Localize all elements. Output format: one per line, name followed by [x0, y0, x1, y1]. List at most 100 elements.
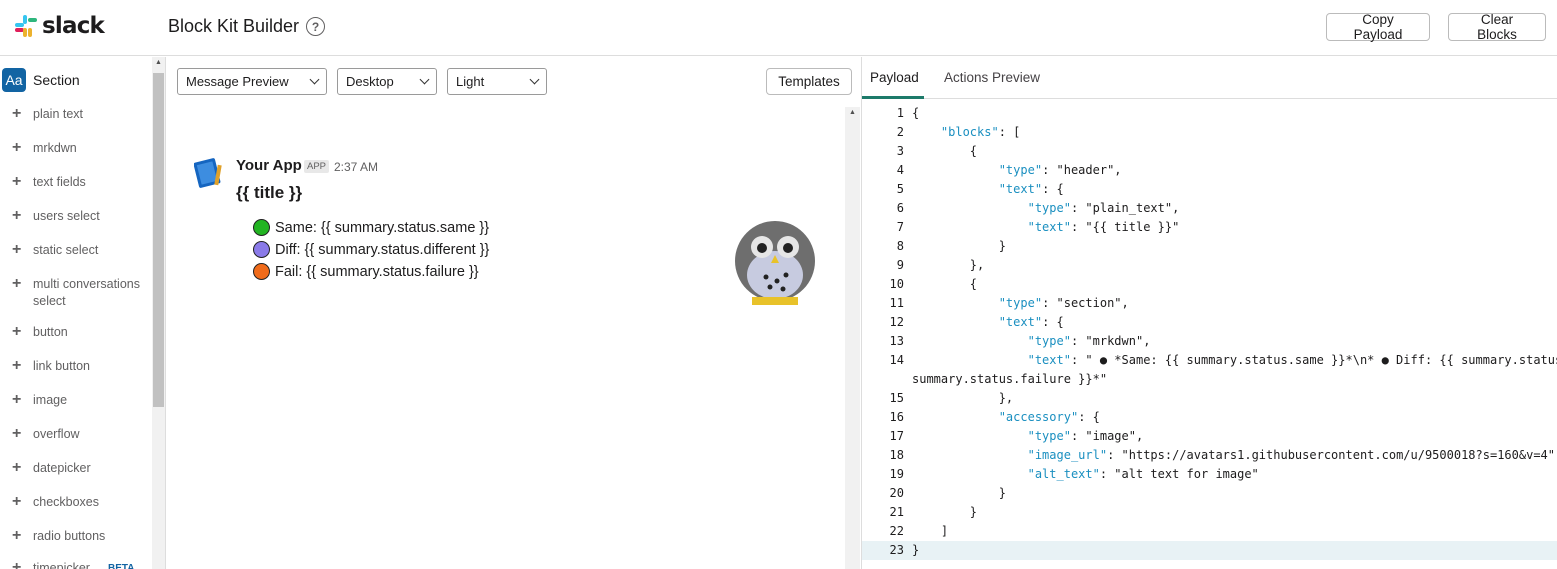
code-line: 23} [862, 541, 1557, 560]
page-title-text: Block Kit Builder [168, 16, 300, 36]
code-line: 2 "blocks": [ [862, 123, 1557, 142]
plus-icon: + [12, 357, 22, 374]
sidebar-scrollbar[interactable]: ▲ [152, 57, 165, 569]
sidebar-item[interactable]: + static select [12, 242, 142, 259]
code-line-text: { [912, 277, 978, 291]
sidebar-item[interactable]: + users select [12, 208, 142, 225]
sidebar-item-label: text fields [33, 175, 86, 189]
preview-mode-select[interactable]: Message Preview [177, 68, 327, 95]
sidebar-item[interactable]: + timepicker BETA [12, 560, 142, 569]
code-line: 16 "accessory": { [862, 408, 1557, 427]
message-header-block: {{ title }} [236, 183, 303, 202]
tab-payload[interactable]: Payload [870, 70, 919, 85]
scroll-up-arrow-icon[interactable]: ▲ [152, 59, 165, 66]
status-line-text: Same: {{ summary.status.same }} [275, 219, 490, 236]
code-line-text: "type": "plain_text", [1027, 201, 1180, 215]
line-number: 19 [889, 467, 904, 481]
status-circle-icon [253, 263, 270, 280]
code-line: 6 "type": "plain_text", [862, 199, 1557, 218]
status-circle-icon [253, 219, 270, 236]
beta-badge: BETA [107, 563, 135, 569]
line-number: 4 [896, 163, 904, 177]
copy-payload-button[interactable]: Copy Payload [1326, 12, 1430, 42]
device-select[interactable]: Desktop [337, 68, 437, 95]
sidebar-item[interactable]: + overflow [12, 426, 142, 443]
sidebar-item[interactable]: + mrkdwn [12, 140, 142, 157]
code-line-text: } [912, 543, 920, 557]
code-line-text: ] [912, 524, 949, 538]
sidebar-item-label: timepicker [33, 561, 90, 569]
code-line-text: "type": "header", [998, 163, 1122, 177]
sidebar-item[interactable]: + text fields [12, 174, 142, 191]
clear-blocks-button[interactable]: Clear Blocks [1448, 12, 1546, 42]
sidebar-scrollbar-thumb[interactable] [153, 73, 164, 407]
code-line-text: "accessory": { [998, 410, 1100, 424]
preview-mode-value: Message Preview [186, 74, 289, 89]
sidebar-item[interactable]: + radio buttons [12, 528, 142, 545]
device-value: Desktop [346, 74, 394, 89]
status-line-text: Diff: {{ summary.status.different }} [275, 241, 490, 258]
code-line-text: "type": "image", [1027, 429, 1144, 443]
code-line-text: "text": { [998, 315, 1064, 329]
message-app-name[interactable]: Your App [236, 157, 302, 174]
code-line: 13 "type": "mrkdwn", [862, 332, 1557, 351]
line-number: 12 [889, 315, 904, 329]
sidebar-item[interactable]: + datepicker [12, 460, 142, 477]
slack-logo[interactable]: slack [14, 13, 105, 39]
sidebar-item-label: checkboxes [33, 495, 100, 509]
sidebar-item-label: image [33, 393, 68, 407]
code-line-text: }, [912, 391, 1014, 405]
status-circle-icon [253, 241, 270, 258]
sidebar-item[interactable]: + plain text [12, 106, 142, 123]
page-title: Block Kit Builder ? [168, 16, 326, 37]
code-line: 18 "image_url": "https://avatars1.github… [862, 446, 1557, 465]
help-icon[interactable]: ? [306, 17, 326, 36]
message-preview-panel: Message Preview Desktop Light Templates … [167, 57, 860, 569]
code-line-text: } [912, 505, 978, 519]
sidebar-item[interactable]: + image [12, 392, 142, 409]
line-number: 23 [889, 543, 904, 557]
code-line: 1{ [862, 104, 1557, 123]
code-line: 9 }, [862, 256, 1557, 275]
code-line: 14 "text": " ● *Same: {{ summary.status.… [862, 351, 1557, 370]
code-line: 21 } [862, 503, 1557, 522]
sidebar-item[interactable]: + button [12, 324, 142, 341]
plus-icon: + [12, 559, 22, 569]
chevron-down-icon [309, 74, 320, 85]
line-number: 17 [889, 429, 904, 443]
app-badge: APP [304, 160, 330, 173]
line-number: 2 [896, 125, 904, 139]
line-number: 21 [889, 505, 904, 519]
sidebar-item-label: mrkdwn [33, 141, 77, 155]
line-number: 18 [889, 448, 904, 462]
code-line-text: } [912, 239, 1006, 253]
tab-actions-preview[interactable]: Actions Preview [944, 70, 1040, 85]
code-line: 10 { [862, 275, 1557, 294]
slack-logo-icon [15, 15, 37, 37]
code-line: 19 "alt_text": "alt text for image" [862, 465, 1557, 484]
code-line: 20 } [862, 484, 1557, 503]
preview-scrollbar[interactable]: ▲ [845, 107, 860, 569]
json-code-editor[interactable]: 1{2 "blocks": [3 {4 "type": "header", 5 "… [862, 104, 1557, 560]
sidebar-item[interactable]: + multi conversations select [12, 276, 142, 310]
status-line: Diff: {{ summary.status.different }} [253, 241, 489, 258]
templates-button[interactable]: Templates [766, 68, 852, 95]
sidebar-item[interactable]: + checkboxes [12, 494, 142, 511]
chevron-down-icon [419, 74, 430, 85]
message-timestamp[interactable]: 2:37 AM [334, 160, 378, 174]
scroll-up-arrow-icon[interactable]: ▲ [845, 109, 860, 116]
section-category-header: Aa Section [2, 68, 80, 92]
slack-logo-text: slack [42, 13, 105, 39]
status-line: Fail: {{ summary.status.failure }} [253, 263, 479, 280]
sidebar-item-label: users select [33, 209, 100, 223]
line-number: 6 [896, 201, 904, 215]
code-line-text: "alt_text": "alt text for image" [1027, 467, 1259, 481]
top-bar: slack Block Kit Builder ? Copy Payload C… [0, 0, 1557, 56]
line-number: 13 [889, 334, 904, 348]
code-line-text: "type": "section", [998, 296, 1129, 310]
plus-icon: + [12, 459, 22, 476]
sidebar-item-label: radio buttons [33, 529, 106, 543]
code-line: 17 "type": "image", [862, 427, 1557, 446]
sidebar-item[interactable]: + link button [12, 358, 142, 375]
theme-select[interactable]: Light [447, 68, 547, 95]
